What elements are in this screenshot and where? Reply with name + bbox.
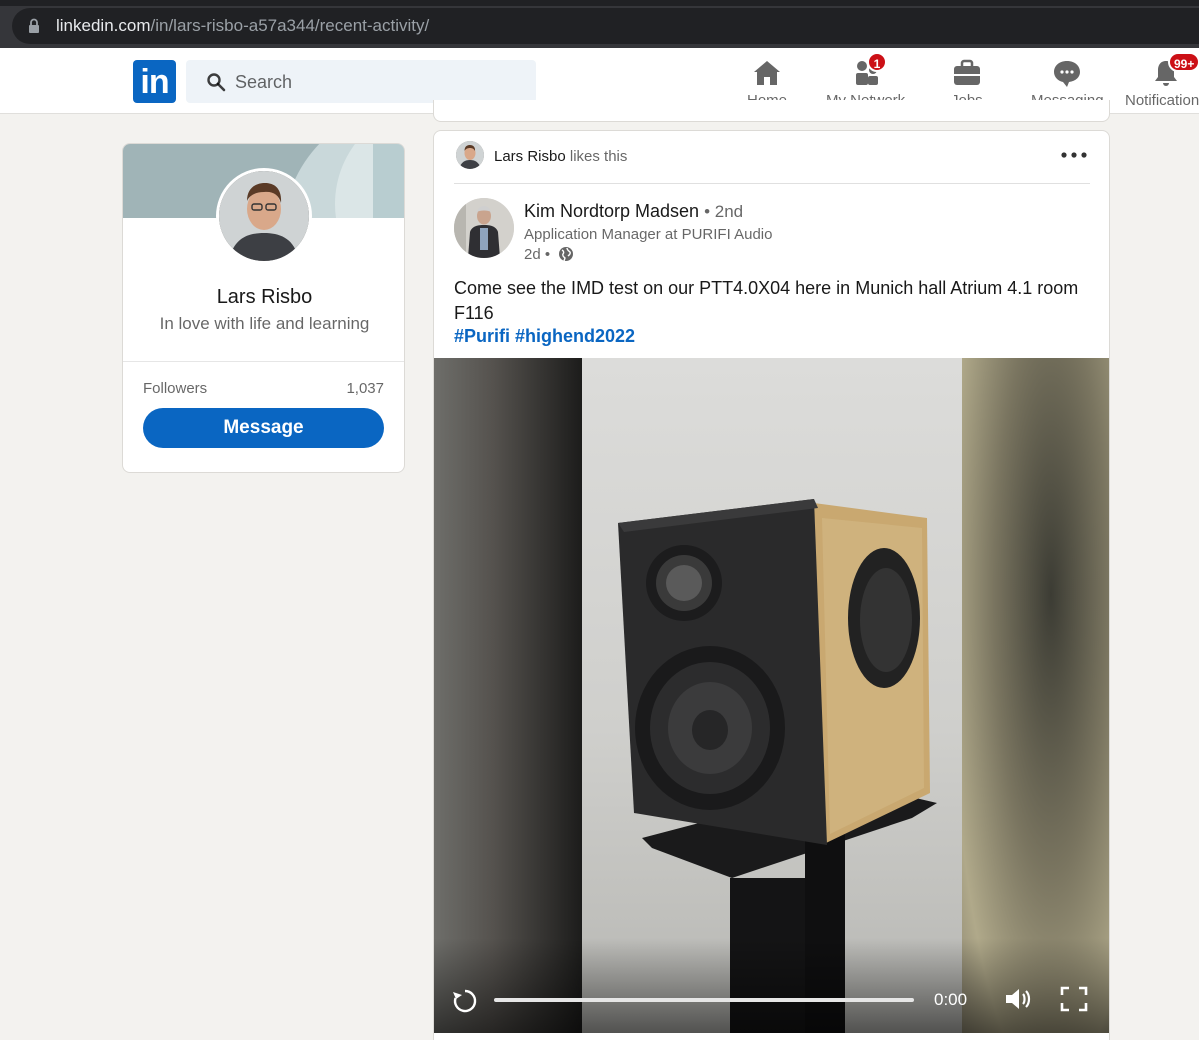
connection-degree: • 2nd bbox=[704, 202, 744, 221]
post-hashtags[interactable]: #Purifi #highend2022 bbox=[454, 326, 635, 347]
search-input[interactable]: Search bbox=[186, 60, 536, 103]
previous-post-card bbox=[433, 100, 1110, 122]
messaging-icon bbox=[1054, 61, 1080, 87]
url-path: /in/lars-risbo-a57a344/recent-activity/ bbox=[150, 16, 430, 35]
divider bbox=[454, 183, 1090, 184]
profile-headline: In love with life and learning bbox=[159, 314, 370, 333]
liker-name[interactable]: Lars Risbo bbox=[494, 148, 566, 165]
volume-icon[interactable] bbox=[1004, 986, 1034, 1012]
followers-count: 1,037 bbox=[346, 380, 384, 397]
lock-icon[interactable] bbox=[28, 18, 40, 34]
search-icon bbox=[207, 73, 226, 92]
video-frame bbox=[582, 358, 962, 1033]
profile-name[interactable]: Lars Risbo bbox=[123, 286, 404, 309]
browser-toolbar: linkedin.com/in/lars-risbo-a57a344/recen… bbox=[0, 0, 1199, 48]
nav-notifications[interactable]: 99+ Notifications bbox=[1124, 54, 1199, 112]
fullscreen-icon[interactable] bbox=[1060, 986, 1088, 1012]
url-text[interactable]: linkedin.com/in/lars-risbo-a57a344/recen… bbox=[56, 16, 429, 36]
profile-avatar[interactable] bbox=[216, 168, 312, 264]
liker-action: likes this bbox=[569, 148, 628, 165]
linkedin-logo[interactable]: in bbox=[133, 60, 176, 103]
more-options-icon[interactable] bbox=[1059, 147, 1089, 163]
search-placeholder: Search bbox=[235, 72, 293, 92]
address-bar[interactable]: linkedin.com/in/lars-risbo-a57a344/recen… bbox=[12, 8, 1199, 44]
liker-photo bbox=[456, 141, 484, 169]
author-title: Application Manager at PURIFI Audio bbox=[524, 226, 773, 243]
network-badge: 1 bbox=[867, 52, 887, 72]
post-card: Lars Risbo likes this Kim Nordtorp Madse… bbox=[433, 130, 1110, 1040]
briefcase-icon bbox=[954, 59, 980, 85]
post-text: Come see the IMD test on our PTT4.0X04 h… bbox=[454, 278, 1079, 323]
profile-card: Lars Risbo In love with life and learnin… bbox=[122, 143, 405, 473]
nav-notifications-label: Notifications bbox=[1125, 92, 1199, 109]
message-button[interactable]: Message bbox=[143, 408, 384, 448]
video-player[interactable]: 0:00 bbox=[434, 358, 1109, 1033]
divider bbox=[123, 361, 404, 362]
post-time-text: 2d • bbox=[524, 246, 551, 263]
post-timestamp: 2d • bbox=[524, 246, 574, 263]
author-name[interactable]: Kim Nordtorp Madsen • 2nd bbox=[524, 201, 743, 222]
video-blur-left bbox=[434, 358, 582, 1033]
replay-icon[interactable] bbox=[452, 988, 478, 1014]
followers-label: Followers bbox=[143, 380, 208, 397]
home-icon bbox=[754, 61, 780, 85]
browser-top-strip bbox=[0, 0, 1199, 6]
author-name-text: Kim Nordtorp Madsen bbox=[524, 201, 700, 221]
video-progress-bar[interactable] bbox=[494, 998, 914, 1002]
video-time: 0:00 bbox=[934, 990, 968, 1009]
url-host: linkedin.com bbox=[56, 16, 151, 35]
speaker-image bbox=[618, 499, 937, 1033]
profile-photo bbox=[219, 171, 309, 261]
notifications-badge: 99+ bbox=[1168, 54, 1199, 72]
cover-shape bbox=[373, 144, 404, 218]
social-context: Lars Risbo likes this bbox=[494, 148, 627, 165]
author-photo bbox=[454, 198, 514, 258]
video-blur-right bbox=[961, 358, 1109, 1033]
liker-avatar[interactable] bbox=[456, 141, 484, 169]
author-avatar[interactable] bbox=[454, 198, 514, 258]
globe-icon bbox=[559, 247, 574, 262]
